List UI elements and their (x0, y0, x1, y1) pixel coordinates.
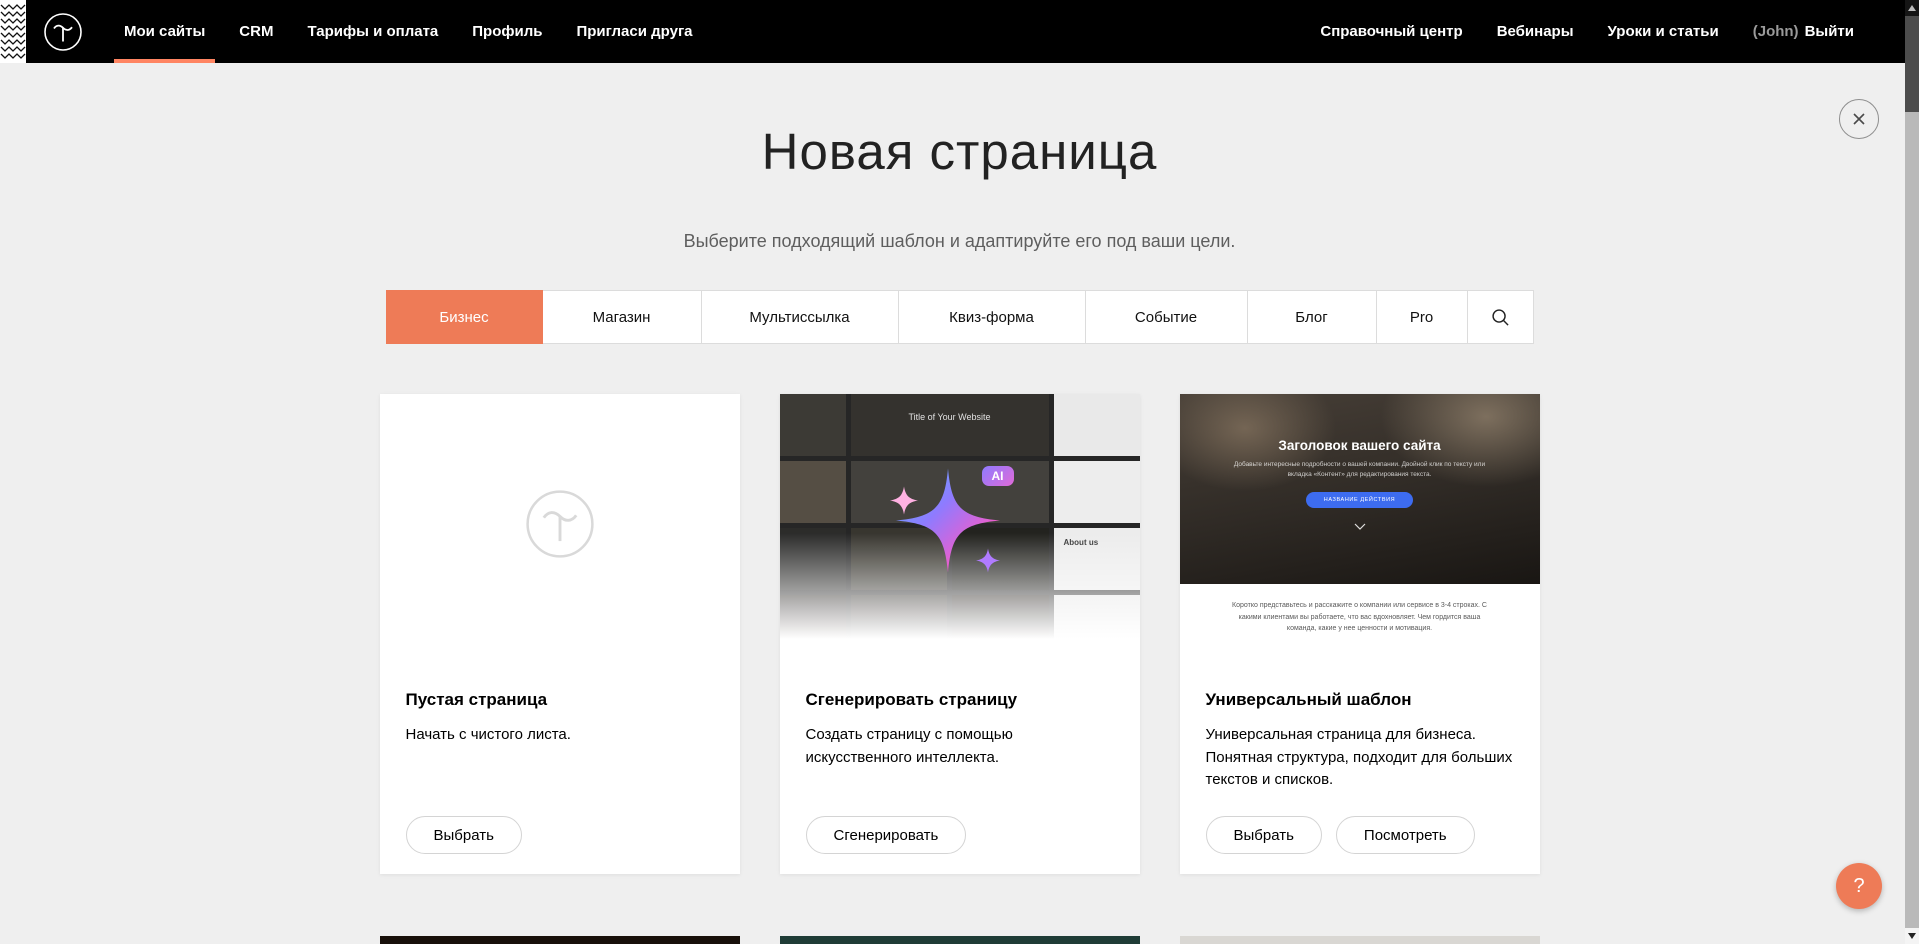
scrollbar-down-arrow[interactable] (1905, 928, 1919, 944)
choose-button[interactable]: Выбрать (406, 816, 522, 854)
nav-crm[interactable]: CRM (222, 0, 290, 63)
nav-my-sites[interactable]: Мои сайты (107, 0, 222, 63)
choose-button[interactable]: Выбрать (1206, 816, 1322, 854)
screen: Мои сайты CRM Тарифы и оплата Профиль Пр… (0, 0, 1919, 944)
close-button[interactable] (1839, 99, 1879, 139)
nav-logout[interactable]: (John) Выйти (1736, 0, 1871, 63)
ai-card-preview[interactable]: Title of Your Website About us (780, 394, 1140, 658)
nav-profile[interactable]: Профиль (455, 0, 559, 63)
tab-search[interactable] (1467, 290, 1534, 344)
search-icon (1491, 308, 1510, 327)
template-category-tabs: Бизнес Магазин Мультиссылка Квиз-форма С… (0, 290, 1919, 344)
nav-pricing[interactable]: Тарифы и оплата (290, 0, 455, 63)
user-name: (John) (1753, 23, 1799, 40)
template-card-partial[interactable] (1180, 936, 1540, 944)
close-icon (1851, 111, 1867, 127)
card-title: Сгенерировать страницу (806, 690, 1114, 710)
card-title: Универсальный шаблон (1206, 690, 1514, 710)
view-button[interactable]: Посмотреть (1336, 816, 1475, 854)
tab-event[interactable]: Событие (1085, 290, 1248, 344)
tab-store[interactable]: Магазин (542, 290, 702, 344)
tab-blog[interactable]: Блог (1247, 290, 1377, 344)
generate-button[interactable]: Сгенерировать (806, 816, 967, 854)
logout-label: Выйти (1805, 23, 1854, 40)
nav-invite-friend[interactable]: Пригласи друга (559, 0, 709, 63)
tab-quiz-form[interactable]: Квиз-форма (898, 290, 1086, 344)
card-title: Пустая страница (406, 690, 714, 710)
template-card-partial[interactable] (780, 936, 1140, 944)
page-subtitle: Выберите подходящий шаблон и адаптируйте… (0, 231, 1919, 252)
template-card-blank: Пустая страница Начать с чистого листа. … (380, 394, 740, 874)
template-card-partial[interactable] (380, 936, 740, 944)
preview-hero-button: Название действия (1306, 492, 1413, 508)
scrollbar-thumb[interactable] (1905, 16, 1919, 112)
zigzag-pattern-icon (0, 0, 26, 63)
page-title: Новая страница (0, 122, 1919, 181)
template-card-universal: Заголовок вашего сайта Добавьте интересн… (1180, 394, 1540, 874)
preview-hero-title: Заголовок вашего сайта (1278, 438, 1440, 453)
chevron-down-icon (1354, 523, 1366, 530)
card-description: Создать страницу с помощью искусственног… (806, 724, 1114, 769)
help-button[interactable]: ? (1836, 863, 1882, 909)
secondary-nav: Справочный центр Вебинары Уроки и статьи… (1303, 0, 1871, 63)
blank-card-preview[interactable] (380, 394, 740, 658)
tab-pro[interactable]: Pro (1376, 290, 1468, 344)
tilda-logo[interactable] (43, 12, 83, 52)
template-card-ai-generate: Title of Your Website About us (780, 394, 1140, 874)
template-cards-row-1: Пустая страница Начать с чистого листа. … (380, 394, 1540, 874)
nav-lessons[interactable]: Уроки и статьи (1591, 0, 1736, 63)
nav-help-center[interactable]: Справочный центр (1303, 0, 1479, 63)
scrollbar-up-arrow[interactable] (1905, 0, 1919, 16)
preview-hero-text: Добавьте интересные подробности о вашей … (1223, 460, 1497, 481)
template-cards-row-2 (380, 936, 1540, 944)
ai-badge: AI (982, 466, 1014, 486)
card-description: Начать с чистого листа. (406, 724, 714, 747)
top-navbar: Мои сайты CRM Тарифы и оплата Профиль Пр… (0, 0, 1919, 63)
tab-business[interactable]: Бизнес (386, 290, 543, 344)
nav-webinars[interactable]: Вебинары (1480, 0, 1591, 63)
card-description: Универсальная страница для бизнеса. Поня… (1206, 724, 1514, 792)
primary-nav: Мои сайты CRM Тарифы и оплата Профиль Пр… (107, 0, 710, 63)
universal-card-preview[interactable]: Заголовок вашего сайта Добавьте интересн… (1180, 394, 1540, 658)
tab-multilink[interactable]: Мультиссылка (701, 290, 899, 344)
tilda-watermark-icon (524, 488, 596, 560)
preview-body-text: Коротко представьтесь и расскажите о ком… (1180, 584, 1540, 635)
scrollbar[interactable] (1905, 0, 1919, 944)
